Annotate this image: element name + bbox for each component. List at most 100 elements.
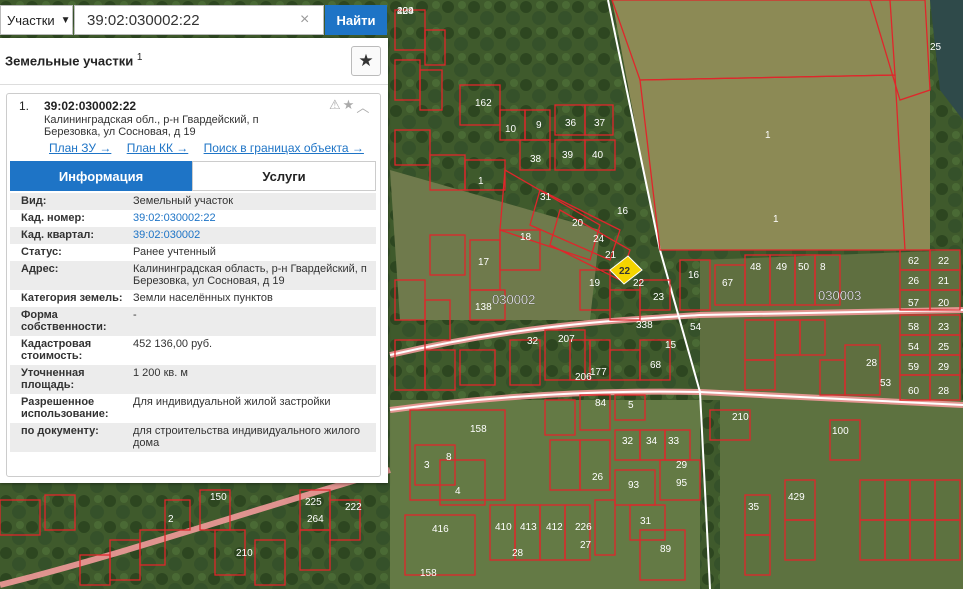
parcel-label: 1 [765, 130, 771, 141]
parcel-label: 338 [636, 320, 653, 331]
parcel-label: 27 [580, 540, 592, 551]
parcel-label: 225 [305, 497, 322, 508]
parcel-label: 50 [798, 262, 810, 273]
parcel-label: 67 [722, 278, 734, 289]
parcel-label: 15 [665, 340, 677, 351]
info-row: Форма собственности: - [10, 307, 376, 336]
parcel-label: 26 [908, 276, 920, 287]
field-area [612, 0, 930, 250]
parcel-label: 8 [820, 262, 826, 273]
parcel-label: 4 [455, 486, 461, 497]
parcel-label: 264 [307, 514, 324, 525]
search-in-bounds-link[interactable]: Поиск в границах объекта → [204, 141, 364, 155]
parcel-label: 31 [640, 516, 652, 527]
parcel-label: 162 [475, 98, 492, 109]
parcel-label: 54 [908, 342, 920, 353]
parcel-label: 5 [628, 400, 634, 411]
parcel-label: 3 [424, 460, 430, 471]
tab-info[interactable]: Информация [10, 161, 192, 191]
info-row: по документу: для строительства индивидуа… [10, 423, 376, 452]
result-index: 1. [19, 99, 30, 113]
parcel-label: 158 [470, 424, 487, 435]
info-value: - [133, 309, 137, 321]
parcel-label: 33 [668, 436, 680, 447]
parcel-label: 35 [748, 502, 760, 513]
info-value[interactable]: 39:02:030002 [123, 229, 376, 241]
info-value: Для индивидуальной жилой застройки [133, 396, 331, 408]
parcel-label: 32 [622, 436, 634, 447]
parcel-label: 36 [565, 118, 577, 129]
parcel-label: 31 [540, 192, 552, 203]
parcel-label: 28 [512, 548, 524, 559]
chevron-up-icon[interactable]: ︿ [356, 97, 369, 116]
parcel-label: 29 [938, 362, 950, 373]
info-value: 452 136,00 руб. [133, 338, 213, 350]
plan-zu-link[interactable]: План ЗУ → [49, 141, 111, 155]
parcel-label: 40 [592, 150, 604, 161]
parcel-label: 8 [446, 452, 452, 463]
result-cad-number[interactable]: 39:02:030002:22 [44, 99, 136, 113]
field-area [700, 250, 960, 400]
star-icon[interactable]: ★ [343, 97, 355, 116]
info-value[interactable]: 39:02:030002:22 [123, 212, 376, 224]
info-key: Вид: [21, 195, 47, 207]
object-type-select[interactable]: Участки ▼ [0, 5, 73, 35]
tab-services[interactable]: Услуги [192, 161, 376, 191]
info-row: Вид: Земельный участок [10, 193, 376, 210]
parcel-label: 39 [562, 150, 574, 161]
parcel-label: 409 [397, 6, 414, 17]
info-row: Кадастровая стоимость: 452 136,00 руб. [10, 336, 376, 365]
parcel-label: 210 [236, 548, 253, 559]
info-key: по документу: [21, 425, 99, 437]
clear-icon[interactable]: × [300, 11, 309, 29]
warning-icon[interactable]: ⚠ [329, 97, 341, 116]
object-type-value: Участки [7, 12, 55, 28]
info-row: Разрешенное использование: Для индивидуал… [10, 394, 376, 423]
parcel-label: 29 [676, 460, 688, 471]
parcel-label: 58 [908, 322, 920, 333]
parcel-label: 10 [505, 124, 517, 135]
parcel-label: 38 [530, 154, 542, 165]
find-button[interactable]: Найти [325, 5, 387, 35]
search-input[interactable] [74, 5, 324, 35]
info-row: Статус: Ранее учтенный [10, 244, 376, 261]
info-value: для строительства индивидуального жилого… [133, 425, 361, 449]
parcel-label: 222 [345, 502, 362, 513]
parcel-label: 177 [590, 367, 607, 378]
parcel-label: 89 [660, 544, 672, 555]
parcel-label: 138 [475, 302, 492, 313]
plan-kk-link[interactable]: План КК → [127, 141, 189, 155]
parcel-label: 21 [605, 250, 617, 261]
info-key: Кадастровая стоимость: [21, 338, 92, 362]
parcel-label: 93 [628, 480, 640, 491]
info-value: Ранее учтенный [133, 246, 216, 258]
parcel-label: 2 [168, 514, 174, 525]
favorite-button[interactable]: ★ [351, 46, 381, 76]
parcel-label: 100 [832, 426, 849, 437]
parcel-label: 84 [595, 398, 607, 409]
parcel-label: 207 [558, 334, 575, 345]
result-card: 1. 39:02:030002:22 Калининградская обл.,… [6, 93, 381, 477]
info-row: Категория земель: Земли населённых пункто… [10, 290, 376, 307]
panel-title: Земельные участки 1 [5, 52, 142, 68]
info-key: Кад. квартал: [21, 229, 95, 241]
parcel-label: 34 [646, 436, 658, 447]
parcel-label: 1 [773, 214, 779, 225]
card-actions: ⚠ ★ ︿ [329, 97, 369, 116]
parcel-label: 21 [938, 276, 950, 287]
star-icon: ★ [358, 51, 374, 70]
parcel-label: 59 [908, 362, 920, 373]
parcel-label: 210 [732, 412, 749, 423]
parcel-label: 37 [594, 118, 606, 129]
result-tabs: Информация Услуги [10, 161, 376, 191]
parcel-label: 25 [930, 42, 942, 53]
info-value: Калининградская область, р-н Гвардейский… [133, 263, 367, 287]
parcel-label: 429 [788, 492, 805, 503]
chevron-down-icon: ▼ [60, 14, 71, 26]
results-panel: Земельные участки 1 ★ 1. 39:02:030002:22… [0, 38, 388, 483]
parcel-label: 226 [575, 522, 592, 533]
parcel-label: 410 [495, 522, 512, 533]
info-table: Вид: Земельный участок Кад. номер: 39:02:03… [10, 193, 376, 452]
quarter-label: 030002 [492, 292, 535, 307]
info-row: Кад. квартал: 39:02:030002 [10, 227, 376, 244]
